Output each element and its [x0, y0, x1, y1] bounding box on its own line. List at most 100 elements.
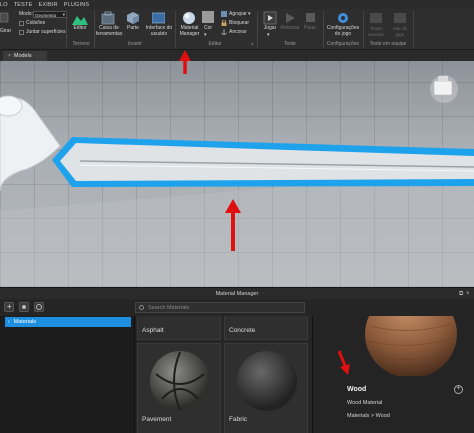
material-tile-fabric[interactable]: Fabric — [224, 343, 308, 433]
join-surfaces-label: Juntar superfícies — [26, 29, 66, 35]
material-path: Materials > Wood — [347, 413, 390, 419]
search-placeholder: Search Materials — [148, 304, 190, 311]
exit-game-button[interactable]: Sair do jogo — [389, 26, 411, 37]
material-manager-titlebar: Material Manager ⧉ × — [0, 287, 474, 299]
material-manager-button[interactable]: Material Manager — [177, 25, 202, 37]
search-input[interactable]: Search Materials — [135, 302, 305, 313]
material-tile-asphalt[interactable]: Asphalt — [137, 316, 221, 340]
material-name: Asphalt — [142, 327, 164, 334]
group-label-settings: Configurações — [326, 41, 360, 47]
rotate-icon — [0, 12, 9, 23]
play-icon — [263, 11, 277, 25]
join-surfaces-checkbox[interactable] — [19, 30, 24, 35]
menu-home[interactable]: LO — [0, 2, 8, 8]
document-tab-strip: × Models — [0, 50, 474, 61]
expand-corner-icon[interactable]: ⌟ — [251, 40, 253, 47]
3d-viewport[interactable] — [0, 61, 474, 287]
search-icon — [139, 305, 144, 310]
annotation-arrow-ribbon — [179, 50, 191, 74]
ui-interface-button[interactable]: Interface do usuário — [143, 25, 175, 37]
anchor-icon — [221, 29, 227, 35]
mode-dropdown[interactable]: Geometria ▾ — [33, 11, 67, 18]
tree-item-materials[interactable]: › Materials — [5, 317, 131, 327]
resume-button[interactable]: Retomar — [280, 25, 300, 32]
lock-icon — [221, 20, 227, 26]
part-button[interactable]: Parte — [125, 25, 141, 32]
stop-icon — [306, 13, 315, 22]
gear-icon — [36, 304, 42, 310]
terrain-editor-icon — [72, 16, 88, 25]
collisions-checkbox[interactable] — [19, 21, 24, 26]
tab-models-label: Models — [13, 53, 32, 59]
tree-item-label: Materials — [13, 319, 36, 325]
material-subtitle: Wood Material — [347, 400, 383, 406]
material-manager-icon — [183, 12, 195, 24]
group-label-insert: Inserir — [128, 41, 142, 47]
material-variant-button[interactable] — [19, 302, 29, 312]
fabric-sphere — [237, 351, 297, 411]
tab-models[interactable]: × Models — [3, 51, 47, 61]
menu-test[interactable]: TESTE — [14, 2, 33, 8]
editor-button[interactable]: Editor — [68, 25, 92, 32]
wood-preview-sphere — [365, 316, 457, 376]
exit-game-icon — [394, 13, 406, 23]
material-grid: Asphalt Concrete Pavement Fabric — [136, 316, 312, 433]
stop-button[interactable]: Parar — [300, 25, 320, 32]
pavement-sphere — [150, 351, 210, 411]
add-variant-button[interactable]: + — [454, 385, 463, 394]
scene — [0, 75, 474, 287]
team-test-button[interactable]: Testar servidor — [366, 26, 386, 37]
rotate-button[interactable]: Girar — [0, 28, 14, 35]
part-icon — [127, 12, 139, 24]
menu-bar: LO TESTE EXIBIR PLUGINS — [0, 0, 474, 9]
view-cube[interactable] — [430, 75, 458, 103]
toolbox-button[interactable]: Caixa de ferramentas — [95, 25, 123, 37]
material-tree: › Materials — [0, 316, 135, 433]
floor-highlight — [0, 171, 474, 287]
close-icon[interactable]: × — [466, 291, 470, 297]
group-label-terrain: Terreno — [72, 41, 90, 47]
separator — [175, 11, 176, 48]
lock-button[interactable]: Bloquear — [229, 20, 249, 27]
material-details: Wood + Wood Material Materials > Wood — [312, 316, 474, 433]
material-tile-concrete[interactable]: Concrete — [224, 316, 308, 340]
material-manager-toolbar: + Search Materials — [0, 299, 474, 316]
material-name: Concrete — [229, 327, 256, 334]
annotation-arrow-detail — [337, 350, 350, 375]
anchor-button[interactable]: Ancorar — [229, 29, 247, 36]
group-button[interactable]: Agrupar — [229, 11, 247, 18]
material-title: Wood — [347, 386, 367, 393]
mode-value: Geometria — [35, 12, 57, 18]
collisions-label: Colisões — [26, 20, 46, 26]
group-label-edit: Editar — [208, 41, 222, 47]
ui-interface-icon — [152, 12, 165, 24]
close-icon[interactable]: × — [8, 53, 11, 59]
group-label-team-test: Teste em equipe — [369, 41, 407, 47]
sword-guard — [0, 95, 23, 117]
chevron-down-icon: ▾ — [204, 32, 207, 38]
chevron-down-icon: ▾ — [62, 12, 65, 17]
material-settings-button[interactable] — [34, 302, 44, 312]
chevron-down-icon: ▾ — [248, 11, 251, 17]
resume-icon — [286, 13, 295, 23]
material-name: Fabric — [229, 416, 248, 423]
new-material-button[interactable]: + — [4, 302, 14, 312]
color-swatch[interactable] — [202, 11, 214, 23]
color-button[interactable]: Cor — [200, 25, 216, 32]
gear-icon — [338, 13, 348, 23]
dock-icon[interactable]: ⧉ — [459, 291, 463, 298]
separator — [413, 11, 414, 48]
material-tile-pavement[interactable]: Pavement — [137, 343, 221, 433]
chevron-right-icon: › — [8, 319, 10, 325]
chevron-down-icon: ▾ — [267, 32, 270, 38]
menu-view[interactable]: EXIBIR — [38, 2, 57, 8]
mode-label: Modo: — [19, 11, 33, 17]
material-name: Pavement — [142, 416, 172, 423]
separator — [257, 11, 258, 48]
play-button[interactable]: Jogar — [260, 25, 280, 32]
menu-plugins[interactable]: PLUGINS — [64, 2, 90, 8]
group-icon — [221, 11, 227, 17]
panel-title: Material Manager — [215, 290, 259, 297]
game-settings-button[interactable]: Configurações do jogo — [325, 25, 361, 37]
circle-icon — [22, 305, 26, 309]
